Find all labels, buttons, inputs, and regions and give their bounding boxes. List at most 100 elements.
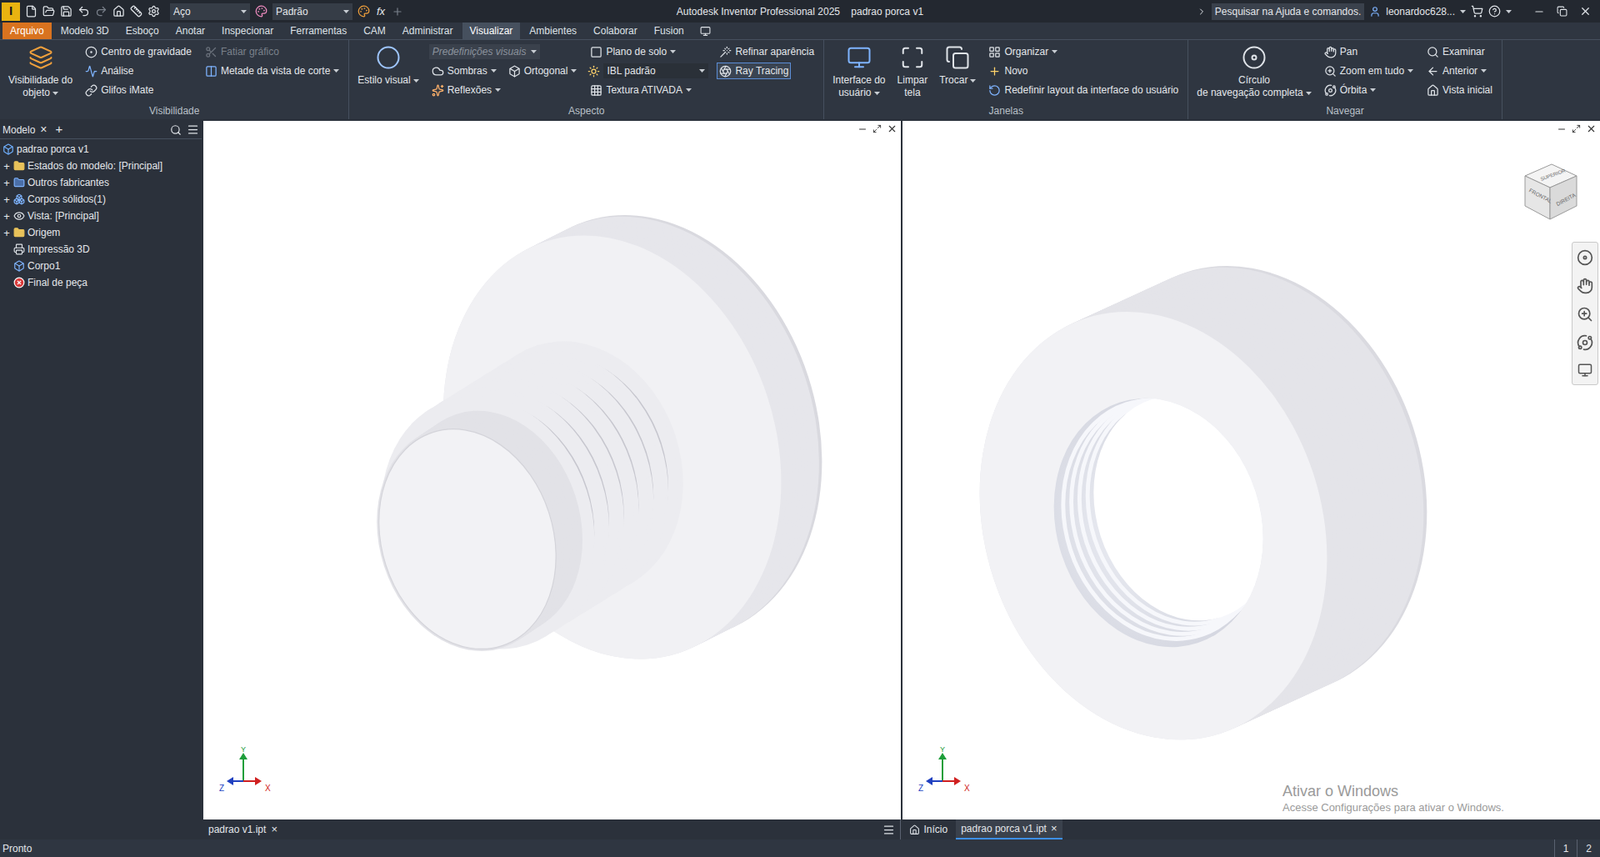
formula-button[interactable]: fx — [375, 3, 387, 20]
dropdown-arrow-icon[interactable] — [670, 50, 676, 54]
maximize-icon[interactable] — [1571, 124, 1581, 134]
tree-expander[interactable]: + — [2, 210, 11, 222]
maximize-icon[interactable] — [872, 124, 882, 134]
ribbon-button[interactable]: Textura ATIVADA — [587, 81, 695, 99]
ribbon-button[interactable]: Órbita — [1321, 81, 1380, 99]
pan-icon[interactable] — [1576, 277, 1594, 295]
zoom-icon[interactable] — [1576, 305, 1594, 323]
tree-item[interactable]: +Corpos sólidos(1) — [0, 190, 202, 208]
cart-icon[interactable] — [1470, 5, 1484, 18]
appearance-icon[interactable] — [255, 5, 268, 18]
browser-tab-close[interactable]: × — [40, 120, 47, 139]
close-icon[interactable] — [886, 123, 898, 135]
ribbon-tab[interactable]: CAM — [355, 22, 394, 40]
ribbon-tab[interactable]: Modelo 3D — [53, 22, 117, 40]
ribbon-button[interactable]: Fatiar gráfico — [202, 43, 282, 60]
ribbon-tab[interactable]: Ambientes — [521, 22, 585, 40]
tree-item[interactable]: padrao porca v1 — [0, 140, 202, 158]
browser-menu-icon[interactable] — [186, 123, 200, 136]
close-icon[interactable] — [1579, 5, 1592, 18]
home-icon[interactable] — [112, 5, 125, 18]
ribbon-button[interactable]: Anterior — [1424, 62, 1490, 80]
dropdown-arrow-icon[interactable] — [1051, 50, 1058, 54]
ribbon-tab[interactable]: Colaborar — [585, 22, 645, 40]
tree-item[interactable]: +Estados do modelo: [Principal] — [0, 157, 202, 175]
ribbon-button[interactable]: Zoom em tudo — [1321, 62, 1416, 80]
ribbon-button[interactable]: Refinar aparência — [716, 43, 817, 60]
orbit-icon[interactable] — [1576, 334, 1594, 351]
settings-icon[interactable] — [147, 5, 160, 18]
ribbon-button[interactable]: Ortogonal — [505, 62, 580, 80]
ribbon-button[interactable]: Ray Tracing — [716, 62, 791, 80]
ribbon-tab[interactable]: Administrar — [395, 22, 461, 40]
document-tab[interactable]: padrao v1.ipt× — [203, 819, 283, 840]
close-icon[interactable] — [1585, 123, 1597, 135]
dropdown-arrow-icon[interactable] — [240, 10, 247, 14]
ribbon-button[interactable]: Centro de gravidade — [82, 43, 195, 60]
search-icon[interactable] — [170, 124, 182, 136]
minimize-icon[interactable] — [857, 124, 868, 135]
dropdown-arrow-icon[interactable] — [699, 69, 705, 73]
ribbon-combo[interactable]: Predefinições visuais — [429, 43, 541, 60]
app-logo[interactable]: I — [1, 2, 20, 21]
ribbon-combo[interactable]: IBL padrão — [587, 62, 709, 80]
dropdown-arrow-icon[interactable] — [530, 50, 537, 54]
ribbon-large-button[interactable]: Interface dousuário — [830, 41, 887, 100]
dropdown-arrow-icon[interactable] — [1505, 10, 1512, 14]
tree-expander[interactable]: + — [2, 227, 11, 239]
tree-expander[interactable]: + — [2, 160, 11, 172]
undo-icon[interactable] — [77, 5, 90, 18]
ribbon-large-button[interactable]: Estilo visual — [355, 41, 420, 87]
ribbon-button[interactable]: Examinar — [1424, 43, 1488, 60]
ribbon-options-icon[interactable] — [700, 25, 711, 37]
view-cube-icon[interactable]: SUPERIORFRONTALDIREITA — [1518, 157, 1582, 225]
nut-model-drawing[interactable] — [902, 120, 1600, 820]
tree-item[interactable]: +Origem — [0, 224, 202, 241]
redo-icon[interactable] — [95, 5, 108, 18]
ribbon-large-button[interactable]: Limpartela — [895, 41, 930, 100]
tree-item[interactable]: +Vista: [Principal] — [0, 207, 202, 225]
user-name[interactable]: leonardoc628... — [1385, 4, 1455, 20]
ribbon-tab[interactable]: Esboço — [118, 22, 167, 40]
viewport-left[interactable]: YXZ — [203, 120, 901, 820]
help-icon[interactable] — [1488, 5, 1501, 18]
save-icon[interactable] — [60, 5, 73, 18]
dropdown-arrow-icon[interactable] — [490, 69, 497, 73]
dropdown-arrow-icon[interactable] — [1305, 91, 1312, 95]
ribbon-button[interactable]: Glifos iMate — [82, 81, 156, 99]
ribbon-tab[interactable]: Ferramentas — [282, 22, 355, 40]
ribbon-tab[interactable]: Anotar — [168, 22, 213, 40]
bolt-model-drawing[interactable] — [203, 120, 901, 820]
add-icon[interactable] — [391, 5, 404, 18]
dropdown-arrow-icon[interactable] — [1370, 88, 1376, 92]
new-file-icon[interactable] — [25, 5, 38, 18]
ribbon-button[interactable]: Vista inicial — [1424, 81, 1495, 99]
help-search[interactable]: Pesquisar na Ajuda e comandos. — [1211, 3, 1365, 20]
ribbon-large-button[interactable]: Visibilidade doobjeto — [6, 41, 75, 100]
appearance-select[interactable]: Padrão — [272, 3, 353, 20]
document-menu-icon[interactable] — [882, 823, 895, 836]
document-tab[interactable]: Início — [904, 819, 954, 840]
dropdown-arrow-icon[interactable] — [570, 69, 577, 73]
ribbon-large-button[interactable]: Círculode navegação completa — [1195, 41, 1313, 100]
open-icon[interactable] — [42, 5, 55, 18]
browser-add[interactable]: + — [55, 120, 64, 140]
ribbon-button[interactable]: Sombras — [429, 62, 500, 80]
ribbon-tab[interactable]: Visualizar — [462, 22, 521, 40]
restore-icon[interactable] — [1556, 5, 1568, 17]
ribbon-button[interactable]: Redefinir layout da interface do usuário — [985, 81, 1181, 99]
status-page[interactable]: 2 — [1576, 839, 1600, 857]
dropdown-arrow-icon[interactable] — [413, 79, 420, 83]
dropdown-arrow-icon[interactable] — [685, 88, 692, 92]
dropdown-arrow-icon[interactable] — [874, 91, 880, 95]
dropdown-arrow-icon[interactable] — [52, 91, 59, 95]
dropdown-arrow-icon[interactable] — [970, 79, 976, 83]
tree-expander[interactable]: + — [2, 194, 11, 205]
tree-item[interactable]: Final de peça — [0, 274, 202, 291]
dropdown-arrow-icon[interactable] — [343, 10, 350, 14]
document-tab[interactable]: padrao porca v1.ipt× — [955, 819, 1062, 840]
tree-item[interactable]: +Outros fabricantes — [0, 174, 202, 191]
minimize-icon[interactable] — [1533, 5, 1545, 18]
ribbon-button[interactable]: Plano de solo — [587, 43, 679, 60]
minimize-icon[interactable] — [1556, 124, 1567, 135]
